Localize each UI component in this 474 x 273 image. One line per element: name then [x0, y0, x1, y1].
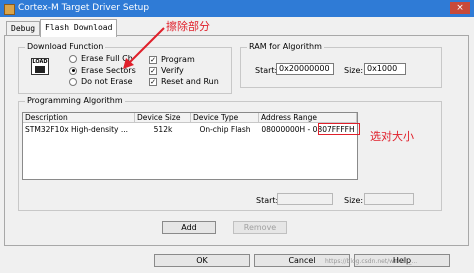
annotation-arrow-icon	[123, 27, 165, 69]
ram-start-field[interactable]: 0x20000000	[276, 63, 334, 75]
radio-do-not-erase[interactable]	[69, 77, 77, 86]
column-header-description[interactable]: Description	[23, 113, 135, 123]
app-icon	[4, 4, 15, 15]
column-header-device-size[interactable]: Device Size	[135, 113, 191, 123]
ram-size-label: Size:	[344, 66, 364, 75]
radio-erase-sectors[interactable]	[69, 66, 77, 75]
select-size-annotation: 选对大小	[370, 130, 414, 143]
algo-size-label: Size:	[344, 196, 364, 205]
download-function-label: Download Function	[25, 42, 106, 51]
row-description[interactable]: STM32F10x High-density ...	[25, 125, 133, 135]
window-title: Cortex-M Target Driver Setup	[18, 3, 150, 13]
tab-flash-download[interactable]: Flash Download	[40, 19, 118, 37]
add-button[interactable]: Add	[162, 221, 216, 234]
algorithm-table[interactable]: Description Device Size Device Type Addr…	[22, 112, 358, 180]
reset-and-run-checkbox[interactable]: ✓	[149, 77, 157, 86]
ram-for-algorithm-label: RAM for Algorithm	[247, 42, 324, 51]
column-header-address-range[interactable]: Address Range	[259, 113, 357, 123]
algo-size-field[interactable]	[364, 193, 414, 205]
ram-start-label: Start:	[255, 66, 278, 75]
ok-button[interactable]: OK	[154, 254, 250, 267]
watermark: https://blog.csdn.net/weixin_...	[325, 258, 418, 265]
remove-button[interactable]: Remove	[233, 221, 287, 234]
load-icon: LOAD	[31, 58, 49, 75]
programming-algorithm-label: Programming Algorithm	[25, 96, 125, 105]
reset-and-run-check[interactable]: ✓ Reset and Run	[149, 77, 219, 86]
do-not-erase-option[interactable]: Do not Erase	[69, 77, 133, 86]
title-bar: Cortex-M Target Driver Setup ×	[0, 0, 474, 17]
address-range-highlight	[318, 123, 360, 135]
row-device-type[interactable]: On-chip Flash	[191, 125, 259, 135]
algo-start-label: Start:	[256, 196, 279, 205]
close-button[interactable]: ×	[450, 2, 470, 14]
row-device-size[interactable]: 512k	[135, 125, 191, 135]
column-header-device-type[interactable]: Device Type	[191, 113, 259, 123]
algo-start-field[interactable]	[277, 193, 333, 205]
ram-size-field[interactable]: 0x1000	[364, 63, 406, 75]
radio-erase-full-chip[interactable]	[69, 54, 77, 63]
tab-debug[interactable]: Debug	[6, 21, 41, 36]
